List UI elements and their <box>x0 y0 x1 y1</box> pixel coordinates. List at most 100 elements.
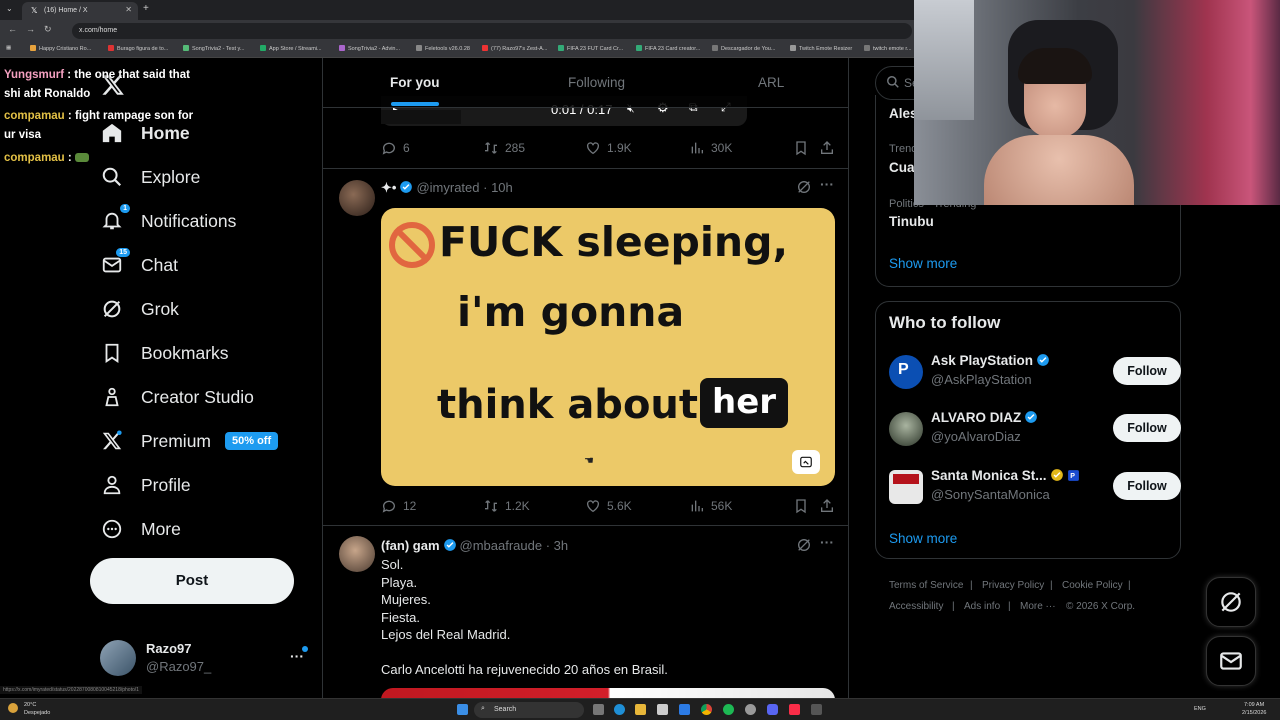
tab-arl[interactable]: ARL <box>758 75 784 90</box>
bookmark-item[interactable]: Happy Cristiano Ro... <box>30 45 91 52</box>
bookmark-item[interactable]: twitch emote r... <box>864 45 912 52</box>
suggestion-name[interactable]: ALVARO DIAZ <box>931 410 1041 425</box>
avatar[interactable] <box>889 412 923 446</box>
sidebar-item-chat[interactable]: 15 Chat <box>100 248 178 281</box>
edge-icon[interactable] <box>614 704 625 715</box>
tab-following[interactable]: Following <box>568 75 625 90</box>
sidebar-item-explore[interactable]: Explore <box>100 161 200 193</box>
tweet-handle[interactable]: @mbaafraude <box>460 538 543 553</box>
sidebar-item-bookmarks[interactable]: Bookmarks <box>100 337 229 369</box>
weather-icon[interactable] <box>8 703 18 713</box>
avatar[interactable] <box>339 536 375 572</box>
clock-date[interactable]: 2/15/2026 <box>1242 710 1266 716</box>
post-button[interactable]: Post <box>90 558 294 604</box>
new-tab-button[interactable]: + <box>143 3 149 14</box>
app-icon[interactable] <box>811 704 822 715</box>
grok-icon[interactable] <box>796 179 812 200</box>
close-tab-icon[interactable]: ✕ <box>125 5 132 14</box>
footer-link-accessibility[interactable]: Accessibility <box>889 601 943 612</box>
bookmark-item[interactable]: Descargador de You... <box>712 45 775 52</box>
follow-suggestion[interactable]: P Ask PlayStation @AskPlayStation Follow <box>889 353 1181 393</box>
url-input[interactable]: x.com/home <box>72 23 912 39</box>
image-edit-icon[interactable] <box>792 450 820 474</box>
back-icon[interactable]: ← <box>8 24 17 34</box>
avatar[interactable] <box>339 180 375 216</box>
grok-icon[interactable] <box>796 537 812 558</box>
repost-button[interactable]: 1.2K <box>483 498 530 514</box>
footer-link-more[interactable]: More ··· <box>1020 601 1056 612</box>
like-button[interactable]: 5.6K <box>585 498 632 514</box>
views-button[interactable]: 56K <box>689 498 732 514</box>
footer-link-terms[interactable]: Terms of Service <box>889 580 963 591</box>
browser-tab[interactable]: 𝕏 (16) Home / X ✕ <box>22 2 138 20</box>
apps-icon[interactable]: ▦ <box>6 45 11 51</box>
bookmark-item[interactable]: App Store / Streami... <box>260 45 322 52</box>
video-progress[interactable] <box>381 110 461 124</box>
discord-icon[interactable] <box>767 704 778 715</box>
more-icon[interactable]: ··· <box>820 534 834 550</box>
share-button[interactable] <box>819 498 841 514</box>
views-button[interactable]: 30K <box>689 140 732 156</box>
share-button[interactable] <box>819 140 841 156</box>
trend-name[interactable]: Cua <box>889 160 915 175</box>
tweet-handle[interactable]: @imyrated <box>416 180 479 195</box>
bookmark-item[interactable]: FIFA 23 Card creator... <box>636 45 700 52</box>
footer-link-privacy[interactable]: Privacy Policy <box>982 580 1044 591</box>
follow-button[interactable]: Follow <box>1113 357 1181 385</box>
bookmark-button[interactable] <box>793 498 815 514</box>
follow-button[interactable]: Follow <box>1113 414 1181 442</box>
sidebar-item-profile[interactable]: Profile <box>100 469 191 501</box>
forward-icon[interactable]: → <box>26 24 35 34</box>
bookmark-item[interactable]: (77) Razo97's Zest-A... <box>482 45 547 52</box>
weather-temp[interactable]: 20°C <box>24 702 36 708</box>
follow-suggestion[interactable]: ALVARO DIAZ @yoAlvaroDiaz Follow <box>889 410 1181 450</box>
sidebar-item-notifications[interactable]: 1 Notifications <box>100 204 236 237</box>
bookmark-button[interactable] <box>793 140 815 156</box>
bookmark-item[interactable]: Feletools v26.0.28 <box>416 45 470 52</box>
bookmark-item[interactable]: Twitch Emote Resizer <box>790 45 852 52</box>
show-more-link[interactable]: Show more <box>889 256 957 271</box>
tweet-author-name[interactable]: (fan) gam <box>381 538 440 553</box>
tab-for-you[interactable]: For you <box>390 75 440 90</box>
suggestion-name[interactable]: Santa Monica St... P <box>931 468 1080 483</box>
more-icon[interactable]: ··· <box>820 176 834 192</box>
bookmark-item[interactable]: SongTrivia2 - Advin... <box>339 45 400 52</box>
windows-start-icon[interactable] <box>457 704 468 715</box>
reload-icon[interactable]: ↻ <box>44 24 52 35</box>
music-icon[interactable] <box>789 704 800 715</box>
tweet-image[interactable] <box>381 688 835 698</box>
repost-button[interactable]: 285 <box>483 140 525 156</box>
like-button[interactable]: 1.9K <box>585 140 632 156</box>
show-more-link[interactable]: Show more <box>889 531 957 546</box>
suggestion-handle[interactable]: @yoAlvaroDiaz <box>931 429 1021 444</box>
chrome-icon[interactable] <box>701 704 712 715</box>
tab-search-icon[interactable]: ⌄ <box>6 4 13 13</box>
sidebar-item-premium[interactable]: Premium 50% off <box>100 425 279 457</box>
bookmark-item[interactable]: SongTrivia2 - Test y... <box>183 45 244 52</box>
footer-link-cookie[interactable]: Cookie Policy <box>1062 580 1123 591</box>
spotify-icon[interactable] <box>723 704 734 715</box>
bookmark-item[interactable]: FIFA 23 FUT Card Cr... <box>558 45 623 52</box>
sidebar-item-creator-studio[interactable]: Creator Studio <box>100 381 254 413</box>
suggestion-handle[interactable]: @SonySantaMonica <box>931 487 1050 502</box>
tweet-author-name[interactable]: ✦• <box>381 180 396 195</box>
sidebar-item-more[interactable]: More <box>100 513 181 545</box>
reply-button[interactable]: 12 <box>381 498 416 514</box>
avatar[interactable]: P <box>889 355 923 389</box>
follow-suggestion[interactable]: Santa Monica St... P @SonySantaMonica Fol… <box>889 468 1181 508</box>
file-explorer-icon[interactable] <box>635 704 646 715</box>
footer-link-ads-info[interactable]: Ads info <box>964 601 1000 612</box>
task-view-icon[interactable] <box>593 704 604 715</box>
trend-name[interactable]: Tinubu <box>889 214 934 229</box>
taskbar-search[interactable]: ⌕ Search <box>474 702 584 718</box>
avatar[interactable] <box>889 470 923 504</box>
sidebar-item-grok[interactable]: Grok <box>100 293 179 325</box>
clock-time[interactable]: 7:09 AM <box>1244 702 1264 708</box>
tweet-time[interactable]: 10h <box>491 180 513 195</box>
grok-floating-button[interactable] <box>1206 577 1256 627</box>
tweet-time[interactable]: 3h <box>554 538 568 553</box>
weather-desc[interactable]: Despejado <box>24 710 50 716</box>
mail-app-icon[interactable] <box>679 704 690 715</box>
bookmark-item[interactable]: Burago figura de to... <box>108 45 168 52</box>
suggestion-name[interactable]: Ask PlayStation <box>931 353 1053 368</box>
